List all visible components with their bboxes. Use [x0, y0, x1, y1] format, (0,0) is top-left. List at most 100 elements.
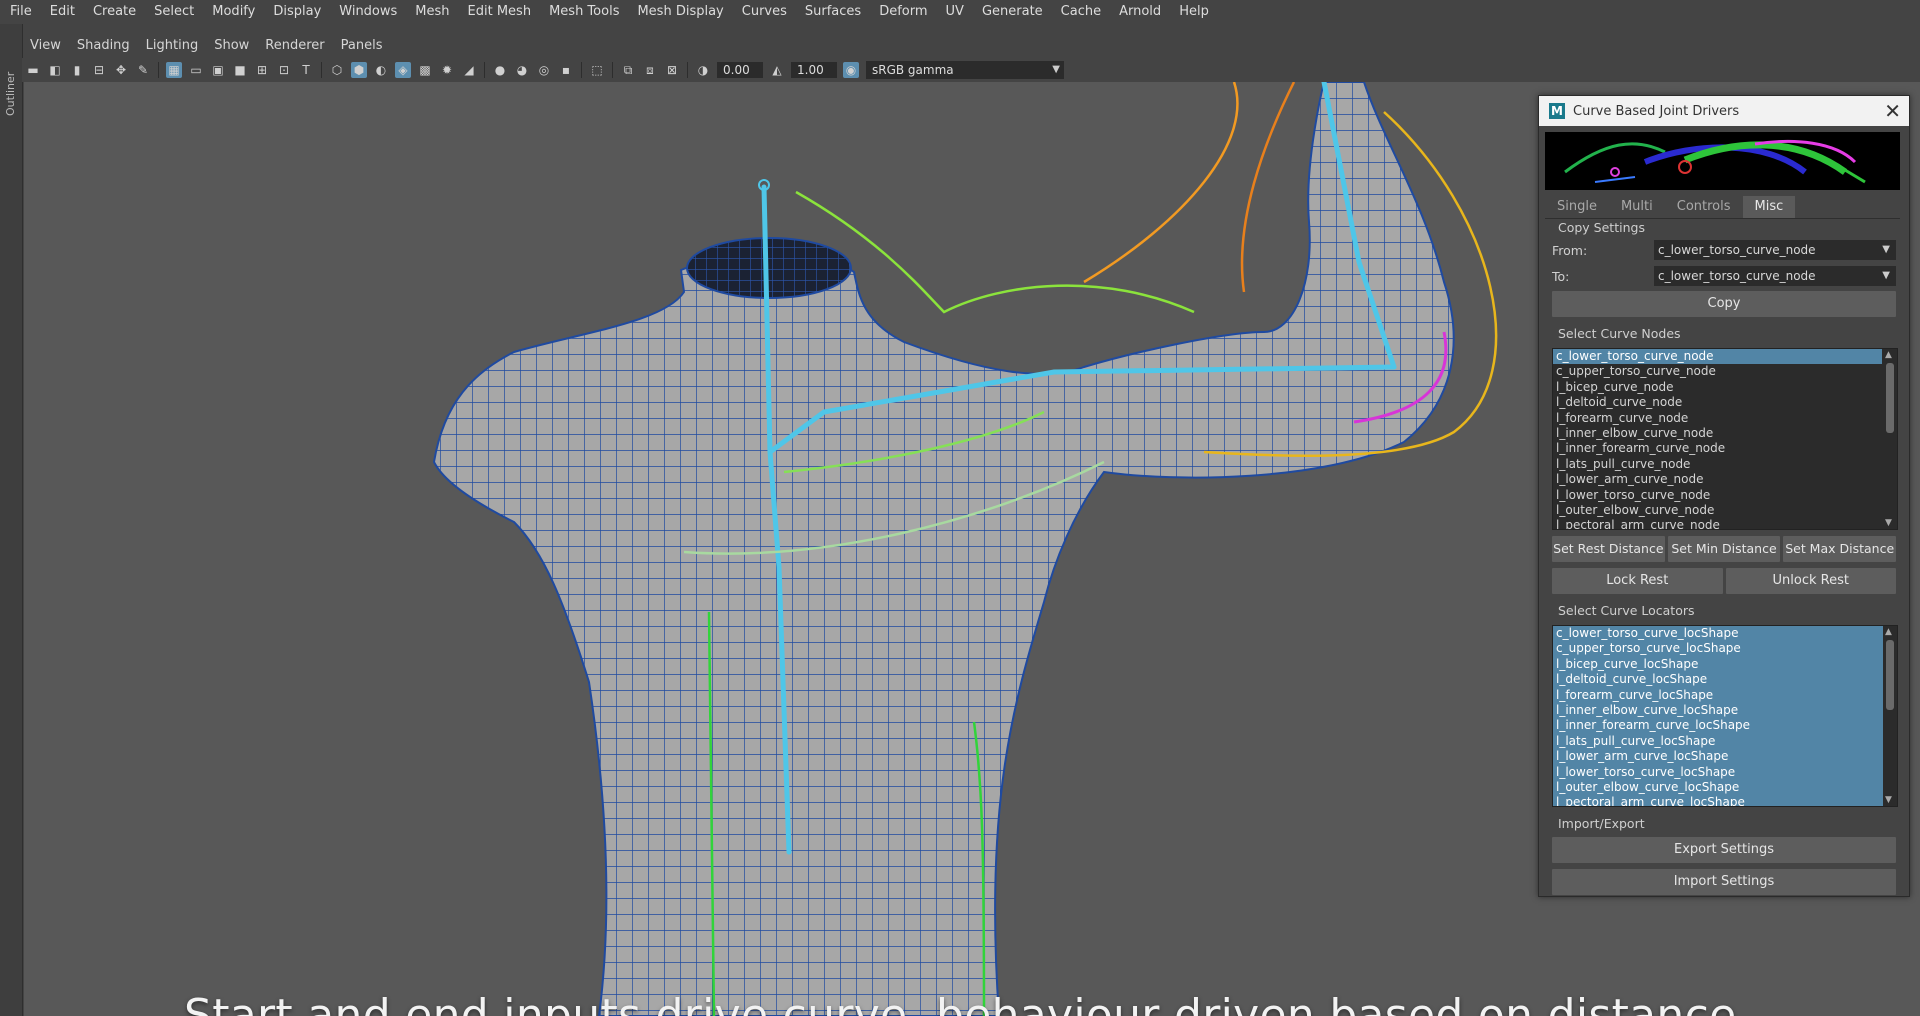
list-item[interactable]: l_inner_forearm_curve_locShape	[1553, 718, 1882, 733]
image-plane-icon[interactable]: ⊟	[91, 62, 107, 78]
menu-edit-mesh[interactable]: Edit Mesh	[459, 0, 541, 24]
list-item[interactable]: l_bicep_curve_locShape	[1553, 657, 1882, 672]
gamma-icon[interactable]: ◭	[769, 62, 785, 78]
scroll-thumb[interactable]	[1886, 640, 1894, 710]
scroll-thumb[interactable]	[1886, 363, 1894, 433]
menu-help[interactable]: Help	[1170, 0, 1218, 24]
menu-curves[interactable]: Curves	[733, 0, 796, 24]
grid-icon[interactable]: ▦	[166, 62, 182, 78]
menu-display[interactable]: Display	[264, 0, 330, 24]
panel-menu-renderer[interactable]: Renderer	[257, 38, 332, 53]
two-d-pan-icon[interactable]: ✥	[113, 62, 129, 78]
close-icon[interactable]: ✕	[1884, 99, 1901, 123]
list-item[interactable]: l_deltoid_curve_node	[1553, 395, 1882, 410]
isolate-select-icon[interactable]: ⬚	[589, 62, 605, 78]
set-rest-distance-button[interactable]: Set Rest Distance	[1552, 536, 1665, 562]
unlock-rest-button[interactable]: Unlock Rest	[1725, 568, 1896, 594]
film-gate-icon[interactable]: ▭	[188, 62, 204, 78]
anti-aliasing-icon[interactable]: ◎	[536, 62, 552, 78]
scroll-down-icon[interactable]: ▼	[1885, 518, 1892, 528]
panel-menu-panels[interactable]: Panels	[333, 38, 391, 53]
menu-generate[interactable]: Generate	[973, 0, 1052, 24]
menu-surfaces[interactable]: Surfaces	[796, 0, 870, 24]
list-item[interactable]: l_bicep_curve_node	[1553, 380, 1882, 395]
menu-mesh-tools[interactable]: Mesh Tools	[540, 0, 628, 24]
list-item[interactable]: l_lower_torso_curve_node	[1553, 488, 1882, 503]
panel-menu-lighting[interactable]: Lighting	[138, 38, 207, 53]
hud-icon[interactable]: ⊠	[664, 62, 680, 78]
tab-misc[interactable]: Misc	[1742, 196, 1796, 218]
scroll-up-icon[interactable]: ▲	[1885, 627, 1892, 637]
tab-multi[interactable]: Multi	[1609, 196, 1665, 218]
list-item[interactable]: l_lats_pull_curve_node	[1553, 457, 1882, 472]
menu-file[interactable]: File	[0, 0, 41, 24]
default-material-icon[interactable]: ◐	[373, 62, 389, 78]
list-item[interactable]: l_forearm_curve_node	[1553, 411, 1882, 426]
outliner-tab[interactable]: Outliner	[0, 24, 23, 1016]
menu-mesh-display[interactable]: Mesh Display	[628, 0, 732, 24]
menu-select[interactable]: Select	[145, 0, 203, 24]
camera-attributes-icon[interactable]: ◧	[47, 62, 63, 78]
list-item[interactable]: l_outer_elbow_curve_locShape	[1553, 780, 1882, 795]
menu-mesh[interactable]: Mesh	[406, 0, 458, 24]
scroll-up-icon[interactable]: ▲	[1885, 350, 1892, 360]
list-item[interactable]: l_lower_arm_curve_node	[1553, 472, 1882, 487]
menu-deform[interactable]: Deform	[870, 0, 936, 24]
panel-menu-show[interactable]: Show	[206, 38, 257, 53]
list-item[interactable]: l_pectoral_arm_curve_locShape	[1553, 795, 1882, 806]
smooth-shade-icon[interactable]: ⬢	[351, 62, 367, 78]
menu-cache[interactable]: Cache	[1052, 0, 1110, 24]
panel-menu-shading[interactable]: Shading	[69, 38, 138, 53]
menu-edit[interactable]: Edit	[41, 0, 84, 24]
menu-modify[interactable]: Modify	[203, 0, 264, 24]
scroll-down-icon[interactable]: ▼	[1885, 795, 1892, 805]
list-item[interactable]: l_outer_elbow_curve_node	[1553, 503, 1882, 518]
list-item[interactable]: c_upper_torso_curve_node	[1553, 364, 1882, 379]
exposure-field[interactable]: 0.00	[717, 62, 763, 78]
list-item[interactable]: l_lats_pull_curve_locShape	[1553, 734, 1882, 749]
exposure-icon[interactable]: ◑	[695, 62, 711, 78]
menu-uv[interactable]: UV	[937, 0, 973, 24]
xray-icon[interactable]: ▩	[417, 62, 433, 78]
list-item[interactable]: l_lower_arm_curve_locShape	[1553, 749, 1882, 764]
from-select[interactable]: c_lower_torso_curve_node ▼	[1654, 240, 1896, 260]
resolution-gate-icon[interactable]: ▣	[210, 62, 226, 78]
xray-joints-icon[interactable]: ⧉	[620, 62, 636, 78]
safe-title-icon[interactable]: T	[298, 62, 314, 78]
list-item[interactable]: c_lower_torso_curve_node	[1553, 349, 1882, 365]
safe-action-icon[interactable]: ⊡	[276, 62, 292, 78]
wireframe-on-shaded-icon[interactable]: ◈	[395, 62, 411, 78]
wireframe-icon[interactable]: ⬡	[329, 62, 345, 78]
field-chart-icon[interactable]: ⊞	[254, 62, 270, 78]
panel-menu-view[interactable]: View	[22, 38, 69, 53]
ambient-occlusion-icon[interactable]: ●	[492, 62, 508, 78]
bookmark-icon[interactable]: ▮	[69, 62, 85, 78]
set-min-distance-button[interactable]: Set Min Distance	[1667, 536, 1781, 562]
color-management-icon[interactable]: ◉	[843, 62, 859, 78]
tab-controls[interactable]: Controls	[1665, 196, 1743, 218]
menu-windows[interactable]: Windows	[330, 0, 406, 24]
list-item[interactable]: l_pectoral_arm_curve_node	[1553, 518, 1882, 529]
curve-locators-list[interactable]: c_lower_torso_curve_locShape c_upper_tors…	[1552, 625, 1898, 807]
shadows-icon[interactable]: ◢	[461, 62, 477, 78]
gate-mask-icon[interactable]: ■	[232, 62, 248, 78]
depth-of-field-icon[interactable]: ▪	[558, 62, 574, 78]
xray-active-components-icon[interactable]: ⧈	[642, 62, 658, 78]
curve-nodes-list[interactable]: c_lower_torso_curve_node c_upper_torso_cu…	[1552, 348, 1898, 530]
list-item[interactable]: l_inner_elbow_curve_locShape	[1553, 703, 1882, 718]
motion-blur-icon[interactable]: ◕	[514, 62, 530, 78]
set-max-distance-button[interactable]: Set Max Distance	[1783, 536, 1897, 562]
window-title-bar[interactable]: M Curve Based Joint Drivers ✕	[1539, 96, 1909, 126]
copy-button[interactable]: Copy	[1552, 291, 1896, 317]
grease-pencil-icon[interactable]: ✎	[135, 62, 151, 78]
lights-icon[interactable]: ✹	[439, 62, 455, 78]
to-select[interactable]: c_lower_torso_curve_node ▼	[1654, 266, 1896, 286]
camera-select-icon[interactable]: ▬	[25, 62, 41, 78]
menu-create[interactable]: Create	[84, 0, 145, 24]
list-item[interactable]: c_lower_torso_curve_locShape	[1553, 626, 1882, 641]
gamma-field[interactable]: 1.00	[791, 62, 837, 78]
list-item[interactable]: l_inner_elbow_curve_node	[1553, 426, 1882, 441]
tab-single[interactable]: Single	[1545, 196, 1609, 218]
view-transform-select[interactable]: sRGB gamma ▼	[866, 61, 1064, 79]
curve-nodes-scrollbar[interactable]: ▲ ▼	[1883, 349, 1897, 529]
